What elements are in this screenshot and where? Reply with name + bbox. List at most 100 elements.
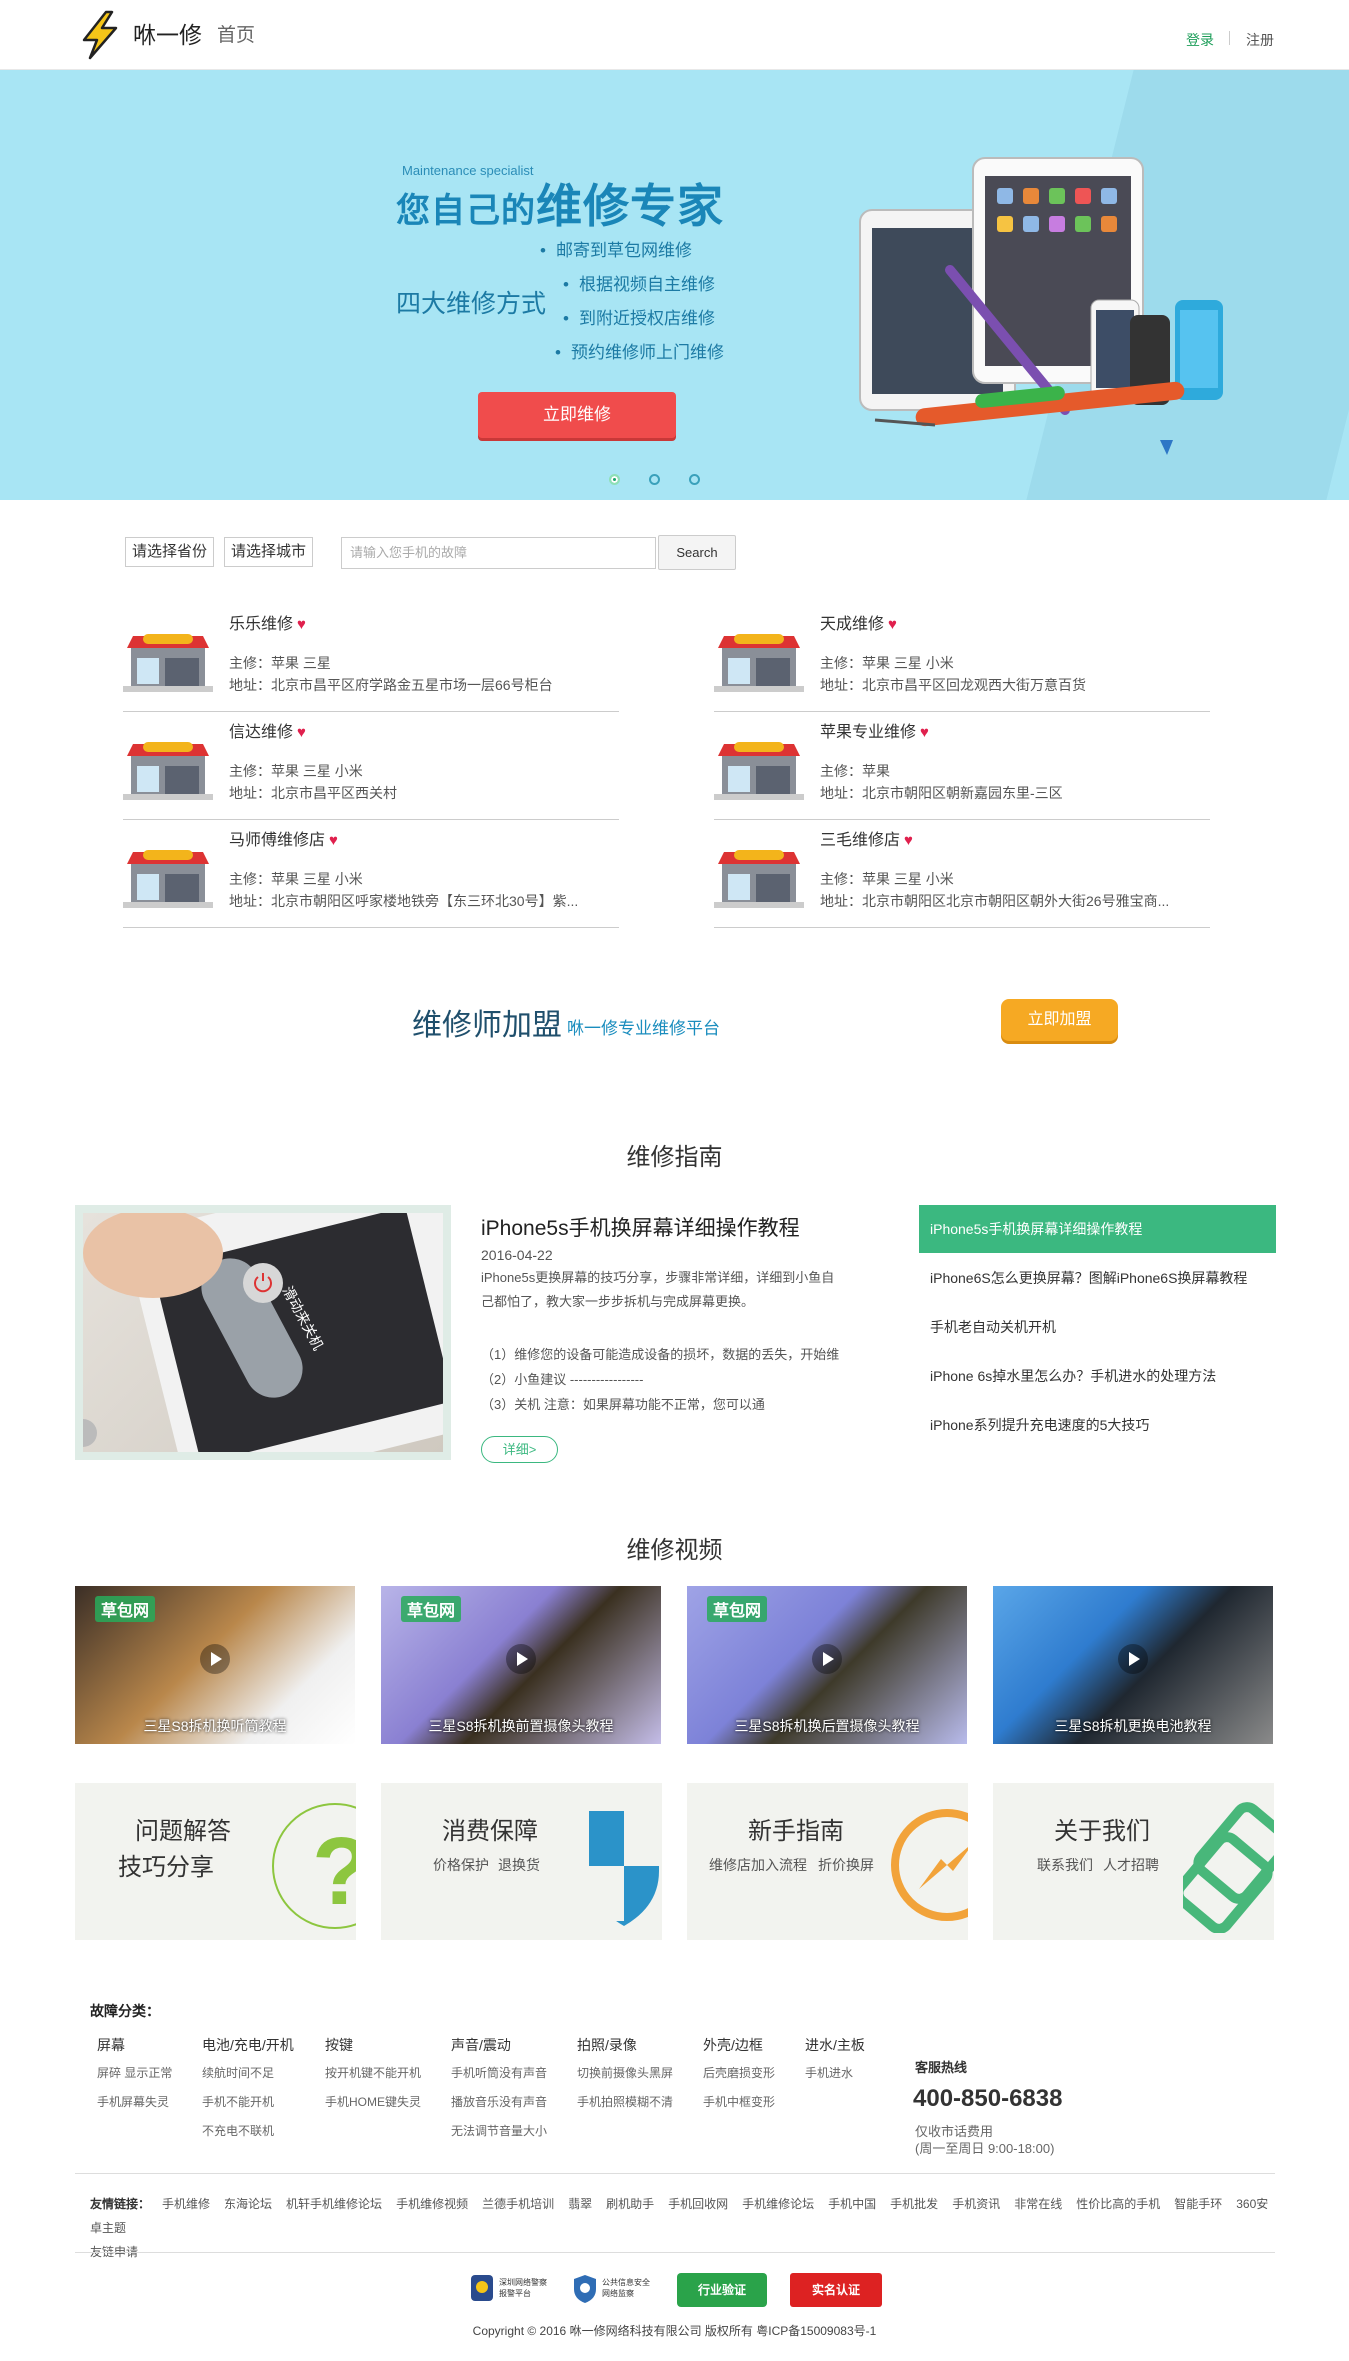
police-badge[interactable]: 深圳网络警察报警平台 bbox=[469, 2273, 549, 2307]
shop-item[interactable]: 三毛维修店 ♥ 主修：苹果 三星 小米 地址：北京市朝阳区北京市朝阳区朝外大街26… bbox=[714, 822, 1210, 928]
card-consumer-protection[interactable]: 消费保障 价格保护 退换货 bbox=[381, 1783, 662, 1940]
card-link[interactable]: 退换货 bbox=[498, 1855, 540, 1875]
fault-item[interactable]: 手机进水 bbox=[805, 2064, 865, 2093]
friend-link[interactable]: 非常在线 bbox=[1014, 2197, 1062, 2211]
friend-link[interactable]: 手机维修视频 bbox=[396, 2197, 468, 2211]
shop-item[interactable]: 马师傅维修店 ♥ 主修：苹果 三星 小米 地址：北京市朝阳区呼家楼地铁旁【东三环北… bbox=[123, 822, 619, 928]
fault-item[interactable]: 屏碎 显示正常 bbox=[97, 2064, 172, 2093]
card-beginner-guide[interactable]: 新手指南 维修店加入流程 折价换屏 bbox=[687, 1783, 968, 1940]
shop-name[interactable]: 信达维修 ♥ bbox=[229, 718, 306, 742]
province-select[interactable]: 请选择省份 bbox=[125, 537, 215, 567]
fault-item[interactable]: 手机屏幕失灵 bbox=[97, 2093, 172, 2122]
friend-link[interactable]: 手机中国 bbox=[828, 2197, 876, 2211]
video-thumbnail[interactable]: 草包网 三星S8拆机换前置摄像头教程 bbox=[381, 1586, 661, 1744]
shop-name[interactable]: 马师傅维修店 ♥ bbox=[229, 826, 338, 850]
shop-name-text[interactable]: 三毛维修店 bbox=[820, 832, 900, 849]
friend-link[interactable]: 机轩手机维修论坛 bbox=[286, 2197, 382, 2211]
card-link[interactable]: 联系我们 bbox=[1037, 1855, 1093, 1875]
fault-column-head[interactable]: 电池/充电/开机 bbox=[202, 2035, 294, 2053]
shop-name-text[interactable]: 苹果专业维修 bbox=[820, 724, 916, 741]
shop-item[interactable]: 苹果专业维修 ♥ 主修：苹果 地址：北京市朝阳区朝新嘉园东里-三区 bbox=[714, 714, 1210, 820]
fault-item[interactable]: 无法调节音量大小 bbox=[451, 2122, 547, 2151]
heart-icon[interactable]: ♥ bbox=[329, 832, 338, 849]
shop-name[interactable]: 天成维修 ♥ bbox=[820, 610, 897, 634]
friend-link[interactable]: 手机资讯 bbox=[952, 2197, 1000, 2211]
heart-icon[interactable]: ♥ bbox=[297, 724, 306, 741]
guide-article-title[interactable]: iPhone5s手机换屏幕详细操作教程 bbox=[481, 1212, 800, 1242]
fault-item[interactable]: 手机HOME键失灵 bbox=[325, 2093, 421, 2122]
heart-icon[interactable]: ♥ bbox=[904, 832, 913, 849]
friend-link[interactable]: 手机批发 bbox=[890, 2197, 938, 2211]
video-thumbnail[interactable]: 草包网 三星S8拆机换后置摄像头教程 bbox=[687, 1586, 967, 1744]
card-link[interactable]: 折价换屏 bbox=[818, 1855, 874, 1875]
play-icon[interactable] bbox=[506, 1644, 536, 1674]
friend-link[interactable]: 智能手环 bbox=[1174, 2197, 1222, 2211]
heart-icon[interactable]: ♥ bbox=[920, 724, 929, 741]
fault-column-head[interactable]: 按键 bbox=[325, 2035, 421, 2053]
guide-list-item[interactable]: iPhone 6s掉水里怎么办？手机进水的处理方法 bbox=[919, 1352, 1276, 1400]
fault-column-head[interactable]: 拍照/录像 bbox=[577, 2035, 673, 2053]
fault-item[interactable]: 播放音乐没有声音 bbox=[451, 2093, 547, 2122]
carousel-dot[interactable] bbox=[689, 474, 700, 485]
fault-item[interactable]: 切换前摄像头黑屏 bbox=[577, 2064, 673, 2093]
shop-name-text[interactable]: 信达维修 bbox=[229, 724, 293, 741]
site-logo-text[interactable]: 咻一修 bbox=[133, 16, 202, 50]
guide-list-item[interactable]: iPhone6S怎么更换屏幕？图解iPhone6S换屏幕教程 bbox=[919, 1254, 1276, 1302]
lightning-logo-icon[interactable] bbox=[78, 10, 122, 60]
card-link[interactable]: 价格保护 bbox=[433, 1855, 489, 1875]
shop-name-text[interactable]: 马师傅维修店 bbox=[229, 832, 325, 849]
friend-link[interactable]: 性价比高的手机 bbox=[1076, 2197, 1160, 2211]
repair-now-button[interactable]: 立即维修 bbox=[478, 392, 676, 438]
join-now-button[interactable]: 立即加盟 bbox=[1001, 999, 1118, 1041]
fault-item[interactable]: 后壳磨损变形 bbox=[703, 2064, 775, 2093]
card-about-us[interactable]: 关于我们 联系我们 人才招聘 bbox=[993, 1783, 1274, 1940]
friend-link[interactable]: 兰德手机培训 bbox=[482, 2197, 554, 2211]
login-link[interactable]: 登录 bbox=[1186, 30, 1214, 50]
play-icon[interactable] bbox=[1118, 1644, 1148, 1674]
heart-icon[interactable]: ♥ bbox=[888, 616, 897, 633]
fault-column-head[interactable]: 进水/主板 bbox=[805, 2035, 865, 2053]
register-link[interactable]: 注册 bbox=[1246, 30, 1274, 50]
fault-column-head[interactable]: 外壳/边框 bbox=[703, 2035, 775, 2053]
friend-link[interactable]: 东海论坛 bbox=[224, 2197, 272, 2211]
shop-name-text[interactable]: 乐乐维修 bbox=[229, 616, 293, 633]
fault-item[interactable]: 按开机键不能开机 bbox=[325, 2064, 421, 2093]
fault-item[interactable]: 手机中框变形 bbox=[703, 2093, 775, 2122]
video-thumbnail[interactable]: 草包网 三星S8拆机换听筒教程 bbox=[75, 1586, 355, 1744]
shop-name[interactable]: 乐乐维修 ♥ bbox=[229, 610, 306, 634]
guide-list-item[interactable]: 手机老自动关机开机 bbox=[919, 1303, 1276, 1351]
friend-link[interactable]: 手机维修论坛 bbox=[742, 2197, 814, 2211]
city-select[interactable]: 请选择城市 bbox=[224, 537, 314, 567]
fault-column-head[interactable]: 声音/震动 bbox=[451, 2035, 547, 2053]
search-input[interactable]: 请输入您手机的故障 bbox=[341, 537, 656, 569]
friend-link[interactable]: 刷机助手 bbox=[606, 2197, 654, 2211]
fault-item[interactable]: 手机听筒没有声音 bbox=[451, 2064, 547, 2093]
friend-link[interactable]: 翡翠 bbox=[568, 2197, 592, 2211]
shop-name-text[interactable]: 天成维修 bbox=[820, 616, 884, 633]
friend-link[interactable]: 手机回收网 bbox=[668, 2197, 728, 2211]
play-icon[interactable] bbox=[200, 1644, 230, 1674]
guide-list-item[interactable]: iPhone系列提升充电速度的5大技巧 bbox=[919, 1401, 1276, 1449]
fault-item[interactable]: 手机不能开机 bbox=[202, 2093, 294, 2122]
guide-list-item[interactable]: iPhone5s手机换屏幕详细操作教程 bbox=[919, 1205, 1276, 1253]
carousel-dot[interactable] bbox=[609, 474, 620, 485]
search-button[interactable]: Search bbox=[658, 535, 736, 570]
hotline-number[interactable]: 400-850-6838 bbox=[913, 2085, 1062, 2113]
guide-more-button[interactable]: 详细> bbox=[481, 1436, 558, 1463]
security-badge[interactable]: 公共信息安全网络监察 bbox=[572, 2273, 652, 2307]
video-thumbnail[interactable]: 三星S8拆机更换电池教程 bbox=[993, 1586, 1273, 1744]
shop-item[interactable]: 天成维修 ♥ 主修：苹果 三星 小米 地址：北京市昌平区回龙观西大街万意百货 bbox=[714, 606, 1210, 712]
shop-name[interactable]: 苹果专业维修 ♥ bbox=[820, 718, 929, 742]
card-link[interactable]: 人才招聘 bbox=[1103, 1855, 1159, 1875]
friend-link[interactable]: 手机维修 bbox=[162, 2197, 210, 2211]
carousel-dot[interactable] bbox=[649, 474, 660, 485]
fault-item[interactable]: 续航时间不足 bbox=[202, 2064, 294, 2093]
card-link[interactable]: 维修店加入流程 bbox=[709, 1855, 807, 1875]
industry-verified-badge[interactable]: 行业验证 bbox=[677, 2273, 767, 2307]
fault-column-head[interactable]: 屏幕 bbox=[97, 2035, 172, 2053]
heart-icon[interactable]: ♥ bbox=[297, 616, 306, 633]
shop-name[interactable]: 三毛维修店 ♥ bbox=[820, 826, 913, 850]
shop-item[interactable]: 乐乐维修 ♥ 主修：苹果 三星 地址：北京市昌平区府学路金五星市场一层66号柜台 bbox=[123, 606, 619, 712]
shop-item[interactable]: 信达维修 ♥ 主修：苹果 三星 小米 地址：北京市昌平区西关村 bbox=[123, 714, 619, 820]
guide-image[interactable]: 滑动来关机 bbox=[75, 1205, 451, 1460]
